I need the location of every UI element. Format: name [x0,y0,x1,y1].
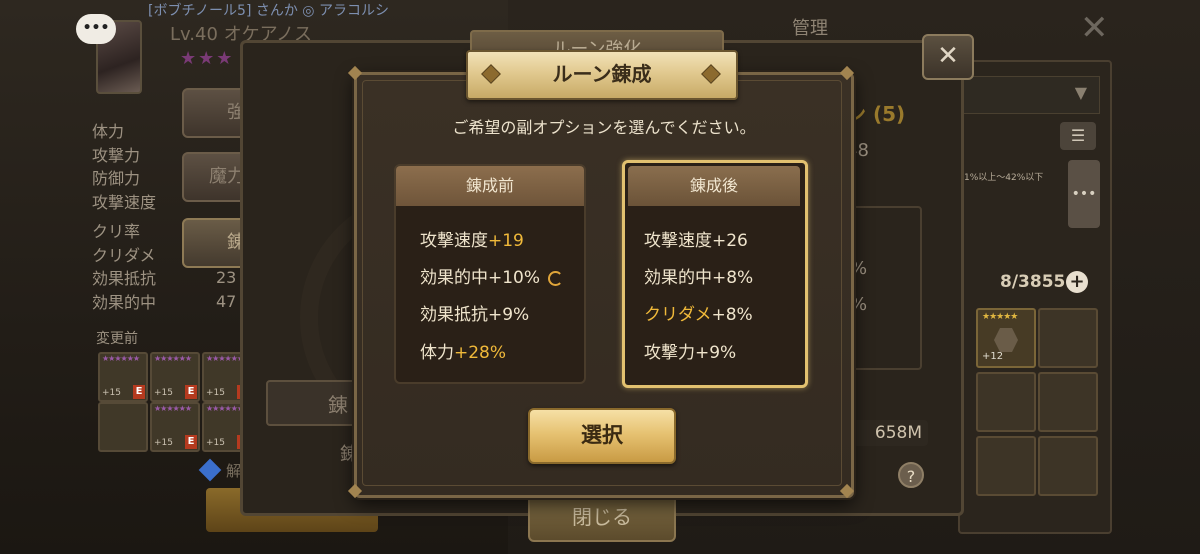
option-label: 攻撃速度 [420,231,488,251]
select-button[interactable]: 選択 [528,408,676,464]
help-icon[interactable]: ? [898,462,924,488]
rune-slot-empty[interactable] [976,436,1036,496]
close-button[interactable]: ✕ [922,34,974,80]
rune-level: +15 [206,438,225,448]
rune-mini[interactable]: ★★★★★★ +15 E [150,352,200,402]
stat-values: 23 47 [216,266,236,313]
rune-slot[interactable]: ★★★★★ +12 [976,308,1036,368]
stat-value: 47 [216,291,237,311]
equipped-badge: E [185,385,197,399]
rune-name-partial: ン (5) [846,102,906,126]
rune-mini-empty[interactable] [98,402,148,452]
option-label: 効果的中 [420,268,488,288]
after-header: 錬成後 [628,166,800,206]
before-option-row: 効果抵抗+9% [420,300,529,325]
stat-label: 効果抵抗 [92,269,157,288]
dialog-prompt: ご希望の副オプションを選んでください。 [452,118,756,137]
stat-label: クリ率 [92,222,141,241]
option-value: +19 [488,231,524,251]
rune-stars: ★★★★★★ [102,354,140,363]
after-option-row: 効果的中+8% [644,263,753,288]
stat-labels: 体力 攻撃力 防御力 攻撃速度 クリ率 クリダメ 効果抵抗 効果的中 [92,120,156,314]
close-icon[interactable]: ✕ [1080,8,1109,48]
rune-stars: ★★★★★★ [206,404,244,413]
after-option-row: クリダメ+8% [644,300,753,325]
rune-slot-empty[interactable] [1038,436,1098,496]
stat-label: 防御力 [92,169,141,188]
management-title: 管理 [792,18,828,39]
rune-count: 8/3855 [1000,272,1066,292]
option-label: 効果抵抗 [420,305,488,325]
add-storage-icon[interactable]: + [1066,271,1088,293]
option-value: +8% [711,305,753,325]
stat-value: 23 [216,268,237,287]
rune-stars: ★★★★★★ [154,404,192,413]
option-value: +9% [695,343,737,363]
change-before-label: 変更前 [96,331,138,347]
rune-slot-empty[interactable] [1038,308,1098,368]
hero-stars: ★★★ [180,48,235,69]
rune-level: +12 [982,351,1004,362]
after-option-row: 攻撃速度+26 [644,226,748,251]
option-value: +8% [712,268,754,288]
range-filter-text: 1%以上～42%以下 [964,173,1044,183]
more-icon[interactable]: ••• [1068,160,1100,228]
gem-label: 解 [226,462,242,480]
stat-label: 体力 [92,122,125,141]
stat-label: クリダメ [92,245,156,265]
refresh-icon [548,270,564,286]
option-value: +28% [454,343,507,363]
rune-level: +15 [154,438,173,448]
chevron-down-icon: ▼ [1074,83,1087,102]
rune-substat-box [848,206,922,370]
rune-stars: ★★★★★★ [154,354,192,363]
option-label: クリダメ [644,305,712,325]
equipped-badge: E [185,435,197,449]
filter-icon[interactable]: ☰ [1060,122,1096,150]
rune-mini[interactable]: ★★★★★★ +15 E [150,402,200,452]
option-label: 効果的中 [644,268,712,288]
player-line: [ボブチノール5] さんか ◎ アラコルシ [148,3,389,18]
rune-level: +15 [102,388,121,398]
chat-icon[interactable]: ••• [76,14,116,44]
stat-label: 効果的中 [92,292,157,312]
before-header: 錬成前 [396,166,584,206]
grind-tab-button[interactable]: 錬 [266,380,356,426]
before-option-row: 効果的中+10% [420,263,564,288]
rune-mini[interactable]: ★★★★★★ +15 E [98,352,148,402]
rune-icon [994,328,1018,352]
dialog-title: ルーン錬成 [552,62,652,86]
mana-amount: 658M [848,420,928,446]
option-value: +9% [488,305,530,325]
option-label: 攻撃速度 [644,231,712,251]
rune-slot-empty[interactable] [1038,372,1098,432]
stat-label: 攻撃力 [92,145,141,165]
option-value: +26 [712,231,748,251]
rune-level: +15 [154,388,173,398]
equipped-badge: E [133,385,145,399]
filter-dropdown[interactable]: ▼ [958,76,1100,114]
option-label: 体力 [420,343,454,363]
rune-slot-empty[interactable] [976,372,1036,432]
rune-stars: ★★★★★ [982,312,1018,322]
after-option-row: 攻撃力+9% [644,338,736,363]
option-label: 攻撃力 [644,343,695,363]
rune-level: +15 [206,388,225,398]
before-option-row: 体力+28% [420,338,506,363]
rune-stars: ★★★★★★ [206,354,244,363]
stat-label: 攻撃速度 [92,192,157,212]
before-option-row: 攻撃速度+19 [420,226,524,251]
option-value: +10% [488,268,541,288]
close-dialog-button[interactable]: 閉じる [528,494,676,542]
